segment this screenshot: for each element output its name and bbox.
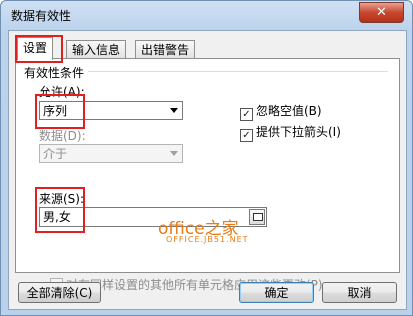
validation-criteria-label: 有效性条件 — [24, 66, 85, 80]
close-icon: ✕ — [376, 5, 387, 20]
dropdown-arrow-checkbox[interactable]: ✓ 提供下拉箭头(I) — [240, 123, 341, 142]
chevron-down-icon — [170, 108, 178, 113]
ignore-blank-checkbox[interactable]: ✓ 忽略空值(B) — [240, 102, 322, 121]
collapse-dialog-button[interactable] — [249, 209, 265, 225]
tab-error-alert[interactable]: 出错警告 — [135, 40, 196, 59]
source-value: 男,女 — [43, 210, 71, 224]
data-validation-dialog: 数据有效性 ✕ 设置 输入信息 出错警告 有效性条件 允许(A): 序列 ✓ 忽… — [0, 0, 413, 316]
allow-dropdown[interactable]: 序列 — [39, 101, 183, 120]
chevron-down-icon — [170, 151, 178, 156]
cancel-label: 取消 — [347, 286, 372, 300]
allow-label: 允许(A): — [39, 85, 85, 99]
close-button[interactable]: ✕ — [359, 2, 404, 23]
ignore-blank-label: 忽略空值(B) — [256, 104, 322, 118]
tab-input-message[interactable]: 输入信息 — [66, 40, 127, 59]
source-label: 来源(S): — [39, 192, 85, 206]
clear-all-button[interactable]: 全部清除(C) — [18, 282, 101, 303]
settings-panel: 有效性条件 允许(A): 序列 ✓ 忽略空值(B) ✓ 提供下拉箭头(I) 数据(D… — [15, 58, 400, 292]
ok-label: 确定 — [264, 286, 289, 300]
data-label: 数据(D): — [39, 129, 86, 143]
dialog-body: 设置 输入信息 出错警告 有效性条件 允许(A): 序列 ✓ 忽略空值(B) ✓… — [8, 30, 407, 310]
range-select-icon — [253, 213, 263, 221]
group-divider — [88, 71, 388, 72]
data-dropdown: 介于 — [39, 144, 183, 163]
data-value: 介于 — [43, 147, 68, 161]
ok-button[interactable]: 确定 — [239, 282, 314, 303]
title-bar[interactable]: 数据有效性 ✕ — [1, 1, 412, 29]
dropdown-arrow-label: 提供下拉箭头(I) — [256, 125, 341, 139]
tab-error-alert-label: 出错警告 — [141, 43, 190, 57]
window-title: 数据有效性 — [11, 9, 72, 23]
clear-all-label: 全部清除(C) — [26, 286, 93, 300]
check-icon: ✓ — [240, 129, 253, 142]
tab-settings-label: 设置 — [23, 41, 48, 55]
watermark-url: OFFICE.JB51.NET — [166, 235, 249, 244]
tab-input-message-label: 输入信息 — [72, 43, 121, 57]
allow-value: 序列 — [43, 104, 68, 118]
check-icon: ✓ — [240, 108, 253, 121]
tab-settings[interactable]: 设置 — [17, 37, 54, 60]
cancel-button[interactable]: 取消 — [322, 282, 397, 303]
